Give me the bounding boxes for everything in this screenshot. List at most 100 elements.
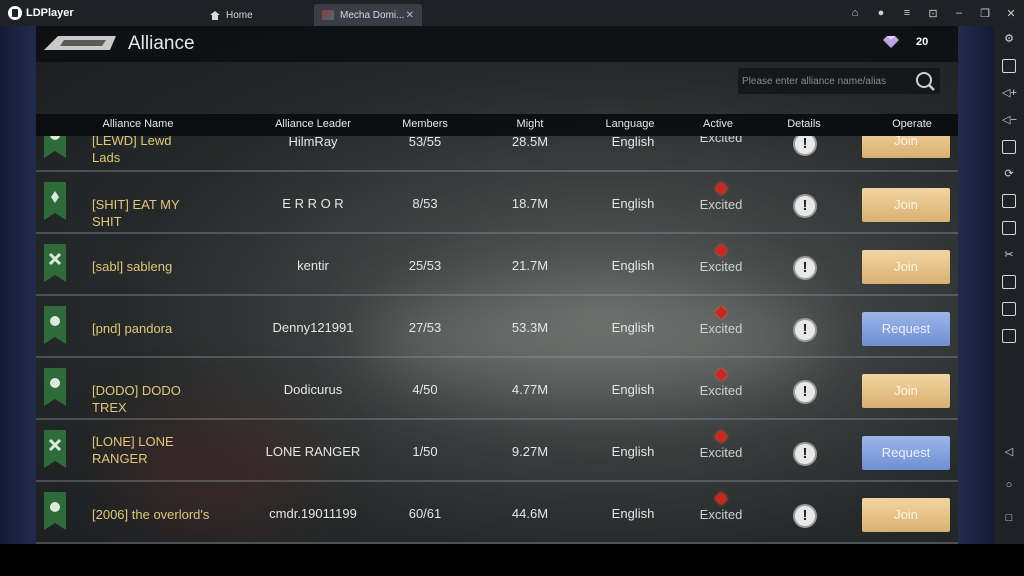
alliance-language: English: [611, 258, 655, 273]
record-icon[interactable]: [1002, 275, 1016, 289]
alliance-members: 53/55: [408, 136, 442, 149]
alliance-might: 9.27M: [511, 444, 549, 459]
tab-home[interactable]: Home: [172, 4, 312, 26]
table-row: [LONE] LONE RANGER LONE RANGER 1/50 9.27…: [36, 420, 958, 482]
active-label: Excited: [699, 197, 743, 212]
scissors-icon[interactable]: ✂: [1002, 248, 1016, 262]
active-label: Excited: [699, 383, 743, 398]
column-active: Active: [703, 118, 733, 130]
minimize-icon[interactable]: –: [946, 7, 972, 19]
request-button[interactable]: Request: [862, 436, 950, 470]
home-icon: [210, 10, 220, 20]
alliance-members: 60/61: [408, 506, 442, 521]
column-operate: Operate: [892, 118, 932, 130]
keyboard-icon[interactable]: [1002, 59, 1016, 73]
search-icon[interactable]: [914, 70, 936, 92]
screenshot-icon[interactable]: [1002, 140, 1016, 154]
alliance-leader: Dodicurus: [283, 382, 343, 397]
alliance-language: English: [611, 136, 655, 149]
active-indicator-icon: [714, 430, 728, 443]
table-header: Alliance Name Alliance Leader Members Mi…: [36, 114, 958, 136]
gamepad-icon[interactable]: ⌂: [842, 7, 868, 19]
alliance-leader: kentir: [297, 258, 329, 273]
join-button[interactable]: Join: [862, 250, 950, 284]
column-alliance-name: Alliance Name: [102, 118, 174, 130]
table-row: [pnd] pandora Denny121991 27/53 53.3M En…: [36, 296, 958, 358]
back-icon[interactable]: ◁: [1002, 445, 1016, 459]
rotate-icon[interactable]: ⟳: [1002, 167, 1016, 181]
table-row: [SHIT] EAT MY SHIT E R R O R 8/53 18.7M …: [36, 172, 958, 234]
alliance-language: English: [611, 444, 655, 459]
home-circle-icon[interactable]: ○: [1002, 478, 1016, 492]
tab-game[interactable]: Mecha Domi... ✕: [314, 4, 422, 26]
alliance-leader: cmdr.19011199: [269, 506, 357, 521]
details-icon[interactable]: !: [793, 194, 817, 218]
settings-icon[interactable]: ⚙: [1002, 32, 1016, 46]
alliance-name: [sabl] sableng: [92, 259, 173, 274]
details-icon[interactable]: !: [793, 318, 817, 342]
viewport-left-panel: [0, 26, 36, 544]
join-button[interactable]: Join: [862, 188, 950, 222]
ldplayer-logo-icon: [8, 6, 22, 20]
active-indicator-icon: [714, 492, 728, 505]
alliance-language: English: [611, 506, 655, 521]
alliance-might: 4.77M: [511, 382, 549, 397]
alliance-language: English: [611, 320, 655, 335]
sync-icon[interactable]: [1002, 302, 1016, 316]
tab-home-label: Home: [226, 9, 253, 21]
request-button[interactable]: Request: [862, 312, 950, 346]
join-button[interactable]: Join: [862, 374, 950, 408]
join-button[interactable]: Join: [862, 498, 950, 532]
emulator-toolbar: ⚙ ◁+ ◁− ⟳ ✂ ◁ ○ □: [994, 26, 1024, 544]
volume-down-icon[interactable]: ◁−: [1002, 113, 1017, 127]
alliance-might: 21.7M: [511, 258, 549, 273]
active-indicator-icon: [714, 306, 728, 319]
alliance-name: [2006] the overlord's: [92, 507, 210, 522]
volume-up-icon[interactable]: ◁+: [1002, 86, 1017, 100]
alliance-might: 18.7M: [511, 196, 549, 211]
active-indicator-icon: [714, 244, 728, 257]
install-apk-icon[interactable]: [1002, 194, 1016, 208]
more-icon[interactable]: [1002, 329, 1016, 343]
alliance-list: [LEWD] Lewd Lads HilmRay 53/55 28.5M Eng…: [36, 136, 958, 544]
search-input[interactable]: [742, 71, 910, 91]
active-indicator-icon: [714, 182, 728, 195]
column-language: Language: [605, 118, 655, 130]
column-details: Details: [787, 118, 821, 130]
active-status: Excited: [699, 182, 743, 212]
alliance-members: 27/53: [408, 320, 442, 335]
alliance-name: [LONE] LONE RANGER: [92, 434, 174, 466]
details-icon[interactable]: !: [793, 380, 817, 404]
details-icon[interactable]: !: [793, 256, 817, 280]
alliance-leader: HilmRay: [288, 136, 338, 149]
page-title: Alliance: [128, 33, 195, 54]
alliance-banner-icon: [44, 492, 66, 530]
active-status: Excited: [699, 368, 743, 398]
window-controls: ⌂ ● ≡ ⊡ – ❐ ✕: [842, 0, 1024, 26]
ldplayer-logo: LDPlayer: [8, 6, 88, 20]
restore-icon[interactable]: ❐: [972, 7, 998, 20]
details-icon[interactable]: !: [793, 136, 817, 156]
bottom-bar: [0, 544, 1024, 576]
alliance-name: [SHIT] EAT MY SHIT: [92, 197, 180, 229]
recents-icon[interactable]: □: [1002, 511, 1016, 525]
alliance-leader: LONE RANGER: [265, 444, 361, 459]
user-icon[interactable]: ●: [868, 7, 894, 19]
menu-icon[interactable]: ≡: [894, 7, 920, 19]
details-icon[interactable]: !: [793, 442, 817, 466]
apk-icon[interactable]: [1002, 221, 1016, 235]
tab-game-label: Mecha Domi...: [340, 9, 405, 21]
alliance-language: English: [611, 196, 655, 211]
alliance-name: [LEWD] Lewd Lads: [92, 136, 172, 165]
active-status: Excited: [699, 492, 743, 522]
join-button[interactable]: Join: [862, 136, 950, 158]
emulator-titlebar: LDPlayer Home Mecha Domi... ✕ ⌂ ● ≡ ⊡ – …: [0, 0, 1024, 26]
game-viewport: Alliance 20 Alliance Name Alliance Leade…: [36, 26, 958, 544]
alliance-banner-icon: [44, 244, 66, 282]
active-label: Excited: [699, 507, 743, 522]
alliance-name: [pnd] pandora: [92, 321, 173, 336]
minimize-to-tray-icon[interactable]: ⊡: [920, 7, 946, 20]
close-icon[interactable]: ✕: [998, 7, 1024, 20]
tab-close-icon[interactable]: ✕: [406, 10, 414, 21]
details-icon[interactable]: !: [793, 504, 817, 528]
